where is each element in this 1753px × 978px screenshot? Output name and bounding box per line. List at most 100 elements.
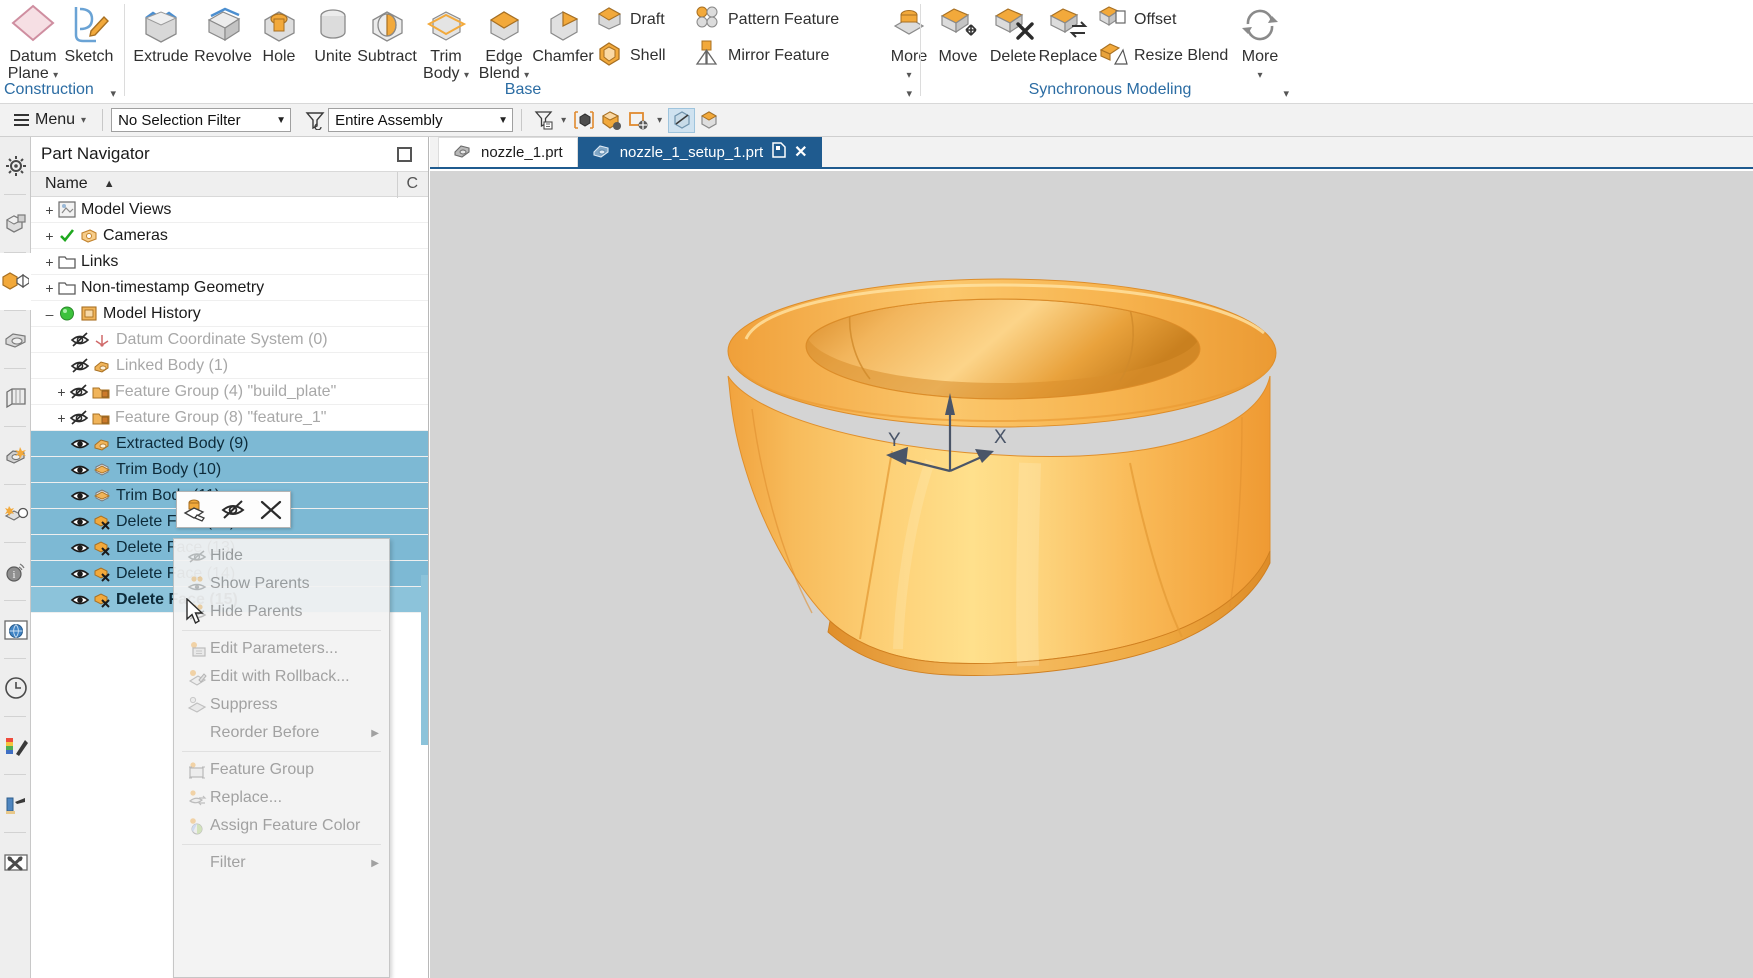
tree-row-trim-body-10[interactable]: Trim Body (10) [31, 457, 428, 483]
hidden-eye-icon[interactable] [69, 357, 91, 374]
context-menu-item-suppress[interactable]: Suppress [174, 691, 389, 719]
scope-combo[interactable]: Entire Assembly ▼ [328, 108, 513, 132]
expander-icon[interactable]: + [43, 202, 56, 218]
ribbon-button-shell[interactable]: Shell [593, 38, 666, 73]
chevron-down-icon[interactable]: ▾ [561, 115, 566, 126]
face-selection-icon[interactable] [570, 108, 597, 133]
visible-eye-icon[interactable] [69, 461, 91, 478]
context-menu-item-reorder-before[interactable]: Reorder Before ▶ [174, 719, 389, 747]
sort-ascending-icon[interactable]: ▲ [104, 178, 115, 190]
selection-filter-icon[interactable] [530, 108, 557, 133]
visible-eye-icon[interactable] [69, 487, 91, 504]
menu-button[interactable]: Menu ▾ [6, 109, 94, 131]
visible-eye-icon[interactable] [69, 513, 91, 530]
expander-icon[interactable]: + [43, 254, 56, 270]
base-group-caret-icon[interactable]: ▾ [906, 87, 912, 100]
tree-row-linked-body[interactable]: Linked Body (1) [31, 353, 428, 379]
context-menu-item-assign-feature-color[interactable]: Assign Feature Color [174, 812, 389, 840]
column-divider[interactable] [397, 172, 398, 198]
sync-group-caret-icon[interactable]: ▾ [1283, 87, 1289, 100]
rail-item-hd3d-tools[interactable] [0, 427, 31, 484]
rail-item-render-palette[interactable] [0, 717, 31, 774]
context-menu-item-hide-parents[interactable]: Hide Parents [174, 598, 389, 626]
ribbon-button-resize-blend[interactable]: Resize Blend [1097, 38, 1228, 73]
feature-mini-toolbar[interactable] [176, 491, 291, 528]
hidden-eye-icon[interactable] [68, 383, 90, 400]
tree-row-extracted-body-9[interactable]: Extracted Body (9) [31, 431, 428, 457]
context-menu-item-edit-with-rollback[interactable]: Edit with Rollback... [174, 663, 389, 691]
visible-eye-icon[interactable] [69, 539, 91, 556]
ribbon-button-draft[interactable]: Draft [593, 2, 665, 37]
context-menu-item-hide[interactable]: Hide [174, 542, 389, 570]
tab-nozzle-1[interactable]: nozzle_1.prt [438, 137, 578, 167]
pin-panel-icon[interactable] [397, 147, 412, 162]
rail-item-customize-tools[interactable] [0, 833, 31, 890]
ribbon-button-offset-region[interactable]: Offset [1097, 2, 1176, 37]
rail-item-assembly-navigator[interactable] [0, 137, 31, 194]
snap-point-icon[interactable] [668, 108, 695, 133]
edit-parameters-icon[interactable] [181, 495, 211, 525]
context-menu-item-replace[interactable]: Replace... [174, 784, 389, 812]
rail-item-history-clock[interactable] [0, 659, 31, 716]
ribbon-button-mirror-feature[interactable]: Mirror Feature [691, 38, 829, 73]
ribbon-button-extrude[interactable]: Extrude [128, 0, 194, 65]
wcs-icon[interactable] [695, 108, 722, 133]
tree-row-feature-group-build-plate[interactable]: + Feature Group (4) "build_plate" [31, 379, 428, 405]
tree-row-model-views[interactable]: + Model Views [31, 197, 428, 223]
hide-icon[interactable] [218, 495, 248, 525]
graphics-viewport[interactable]: Y X [430, 171, 1753, 978]
visible-eye-icon[interactable] [69, 435, 91, 452]
rail-item-constraint-navigator[interactable] [0, 253, 31, 310]
rail-item-part-navigator[interactable] [0, 195, 31, 252]
hidden-eye-icon[interactable] [68, 409, 90, 426]
ribbon-button-pattern-feature[interactable]: Pattern Feature [691, 2, 839, 37]
ribbon-button-sketch[interactable]: Sketch [56, 0, 122, 65]
tree-row-non-timestamp-geometry[interactable]: + Non-timestamp Geometry [31, 275, 428, 301]
rail-item-view-manager[interactable] [0, 485, 31, 542]
body-selection-icon[interactable] [597, 108, 624, 133]
visible-eye-icon[interactable] [69, 591, 91, 608]
expander-icon[interactable]: + [55, 410, 68, 426]
feature-selection-icon[interactable] [624, 108, 651, 133]
chevron-down-icon[interactable]: ▾ [657, 115, 662, 126]
expander-icon[interactable]: + [43, 280, 56, 296]
column-header-name[interactable]: Name [31, 175, 88, 193]
selection-filter-combo[interactable]: No Selection Filter ▼ [111, 108, 291, 132]
rail-item-part-library[interactable] [0, 369, 31, 426]
expander-icon[interactable]: – [43, 306, 56, 322]
expander-icon[interactable]: + [43, 228, 56, 244]
context-menu-label: Assign Feature Color [210, 817, 360, 835]
context-menu-item-filter[interactable]: Filter ▶ [174, 849, 389, 877]
rail-item-process-studio[interactable] [0, 775, 31, 832]
context-menu-item-show-parents[interactable]: Show Parents [174, 570, 389, 598]
hidden-eye-icon[interactable] [69, 331, 91, 348]
close-icon[interactable]: ✕ [794, 142, 807, 162]
tree-label: Non-timestamp Geometry [78, 279, 264, 297]
rail-item-reuse-library[interactable] [0, 311, 31, 368]
nozzle-3d-model[interactable]: Y X [430, 171, 1753, 978]
ribbon-button-chamfer[interactable]: Chamfer [530, 0, 596, 65]
ribbon-button-replace-face[interactable]: Replace [1035, 0, 1101, 65]
filter-tool-button[interactable] [301, 108, 328, 133]
ribbon-button-trim-body[interactable]: TrimBody ▾ [413, 0, 479, 84]
context-menu-item-feature-group[interactable]: Feature Group [174, 756, 389, 784]
rail-item-history[interactable]: i [0, 543, 31, 600]
delete-icon[interactable] [256, 495, 286, 525]
tree-row-model-history[interactable]: – Model History [31, 301, 428, 327]
visible-eye-icon[interactable] [69, 565, 91, 582]
ribbon-button-subtract[interactable]: Subtract [354, 0, 420, 65]
tab-nozzle-1-setup-1[interactable]: nozzle_1_setup_1.prt ✕ [578, 137, 822, 167]
tree-row-links[interactable]: + Links [31, 249, 428, 275]
ribbon-group-base: Extrude Revolve [128, 0, 918, 104]
ribbon-button-more-sync[interactable]: More▾ [1227, 0, 1293, 84]
context-menu-item-edit-parameters[interactable]: Edit Parameters... [174, 635, 389, 663]
trim-body-icon [413, 0, 479, 48]
column-header-c[interactable]: C [406, 175, 418, 193]
expander-icon[interactable]: + [55, 384, 68, 400]
rail-item-web-browser[interactable] [0, 601, 31, 658]
tree-row-feature-group-feature-1[interactable]: + Feature Group (8) "feature_1" [31, 405, 428, 431]
tree-row-datum-coordinate-system[interactable]: Datum Coordinate System (0) [31, 327, 428, 353]
tree-row-cameras[interactable]: + Cameras [31, 223, 428, 249]
ribbon-button-edge-blend[interactable]: EdgeBlend ▾ [471, 0, 537, 84]
construction-group-caret-icon[interactable]: ▾ [110, 87, 116, 100]
